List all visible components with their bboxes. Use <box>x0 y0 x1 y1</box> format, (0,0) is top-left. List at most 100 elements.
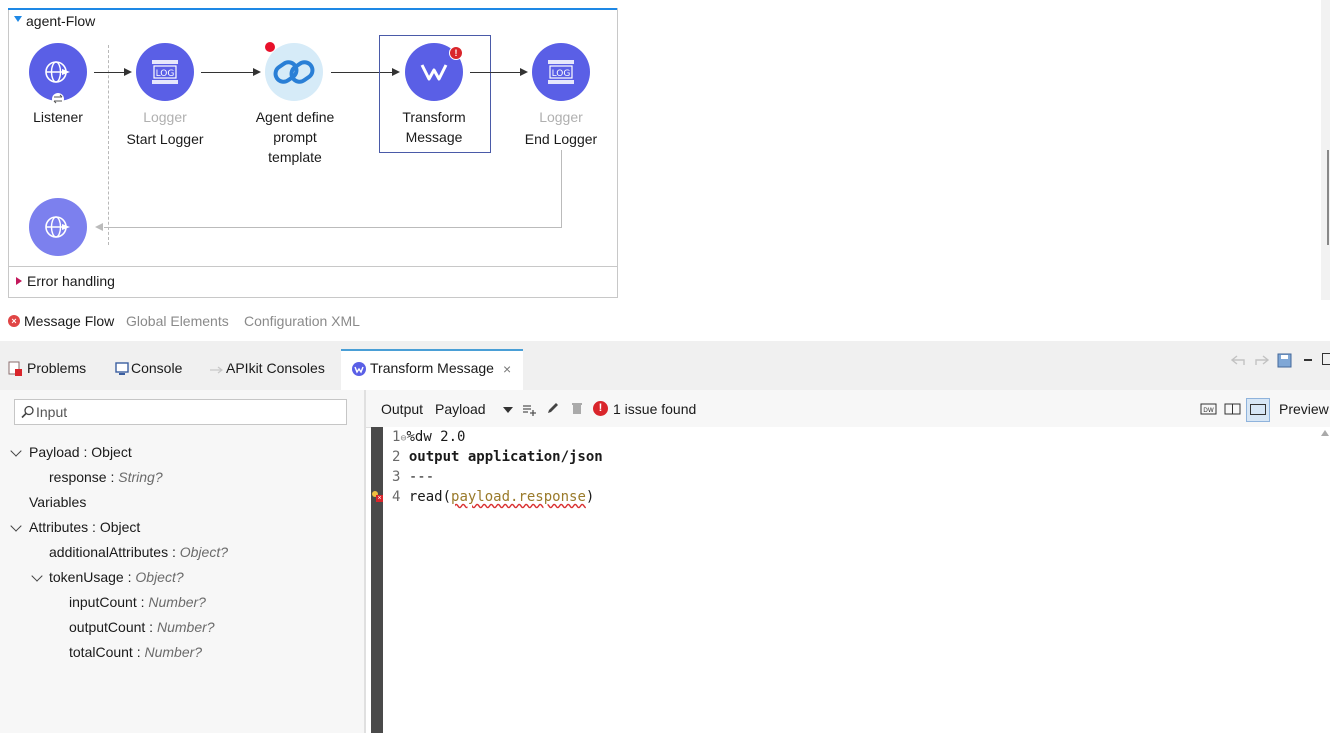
code-text-1: %dw 2.0 <box>406 429 466 445</box>
delete-icon[interactable] <box>571 401 583 415</box>
problems-icon <box>8 361 22 376</box>
search-icon <box>21 405 34 419</box>
tree-response[interactable]: response : String? <box>49 469 163 485</box>
tree-attributes-type: Object <box>99 519 141 535</box>
code-line-2: 2 output application/json <box>392 449 603 465</box>
end-logger-type: Logger <box>539 109 583 125</box>
log-icon: LOG <box>152 60 178 84</box>
globe-icon <box>45 61 70 83</box>
log-icon-text: LOG <box>156 69 175 79</box>
tab-global-elements[interactable]: Global Elements <box>126 313 229 329</box>
tree-total-count-name: totalCount <box>69 644 133 660</box>
tab-problems[interactable]: Problems <box>27 360 86 376</box>
issue-count[interactable]: 1 issue found <box>613 401 696 417</box>
tab-message-flow[interactable]: Message Flow <box>24 313 114 329</box>
tree-payload[interactable]: Payload : Object <box>29 444 132 460</box>
maximize-icon[interactable] <box>1322 353 1330 365</box>
pane-divider[interactable] <box>364 390 366 733</box>
tab-configuration-xml[interactable]: Configuration XML <box>244 313 360 329</box>
code-text-4c: ) <box>585 489 595 505</box>
transform-label-line1: Transform <box>402 109 466 125</box>
chain-link-icon <box>273 60 315 84</box>
tree-additional-name: additionalAttributes <box>49 544 169 560</box>
tree-input-count-type: Number? <box>148 594 206 610</box>
tree-total-count[interactable]: totalCount : Number? <box>69 644 202 660</box>
log-icon: LOG <box>548 60 574 84</box>
arrow-head <box>124 68 132 76</box>
layout-source-icon[interactable]: DW <box>1200 402 1218 416</box>
tab-apikit-consoles[interactable]: APIkit Consoles <box>226 360 325 376</box>
panel-tab-bar <box>0 341 1330 390</box>
canvas-scrollbar-thumb[interactable] <box>1327 150 1329 245</box>
minimize-icon[interactable] <box>1304 359 1312 361</box>
code-line-4: 4 read(payload.response) <box>392 489 595 505</box>
edit-icon[interactable] <box>546 401 560 415</box>
listener-label: Listener <box>33 109 83 125</box>
tree-additional-type: Object? <box>179 544 228 560</box>
tab-console[interactable]: Console <box>131 360 182 376</box>
editor-scroll-up-icon[interactable] <box>1321 430 1329 436</box>
transform-label: Transform Message <box>379 107 489 147</box>
modified-indicator <box>265 42 275 52</box>
tree-token-usage[interactable]: tokenUsage : Object? <box>49 569 184 585</box>
expand-error-handling-icon[interactable] <box>16 277 22 285</box>
layout-output-button[interactable] <box>1246 398 1270 422</box>
error-handling-separator <box>8 266 617 267</box>
save-icon[interactable] <box>1277 353 1292 368</box>
code-line-3: 3 --- <box>392 469 435 485</box>
layout-split-icon[interactable] <box>1224 402 1242 416</box>
collapse-flow-icon[interactable] <box>14 16 22 22</box>
tree-output-count[interactable]: outputCount : Number? <box>69 619 215 635</box>
tree-payload-type: Object <box>91 444 132 460</box>
flow-title[interactable]: agent-Flow <box>26 13 95 29</box>
search-placeholder: Input <box>36 404 68 420</box>
end-logger-node[interactable]: LOG <box>532 43 590 101</box>
start-logger-type: Logger <box>143 109 187 125</box>
tree-response-name: response <box>49 469 107 485</box>
agent-label-line1: Agent define <box>255 109 335 125</box>
preview-button[interactable]: Preview <box>1279 401 1329 417</box>
return-line <box>561 150 562 227</box>
arrow-head <box>253 68 261 76</box>
agent-node[interactable] <box>265 43 323 101</box>
return-line <box>104 227 562 228</box>
flow-arrow <box>94 72 124 73</box>
tree-token-type: Object? <box>135 569 184 585</box>
flow-header-line <box>8 8 617 10</box>
agent-label: Agent define prompt template <box>240 107 350 167</box>
output-label: Output <box>381 401 424 417</box>
issue-icon: ! <box>593 401 608 416</box>
tree-input-count[interactable]: inputCount : Number? <box>69 594 206 610</box>
tree-additional-attributes[interactable]: additionalAttributes : Object? <box>49 544 228 560</box>
error-handling-label[interactable]: Error handling <box>27 273 115 289</box>
tree-token-name: tokenUsage <box>49 569 124 585</box>
tree-attributes[interactable]: Attributes : Object <box>29 519 140 535</box>
apikit-icon <box>210 366 223 374</box>
listener-response-node[interactable] <box>29 198 87 256</box>
dataweave-editor[interactable] <box>383 427 1330 733</box>
dropdown-icon[interactable] <box>503 407 513 413</box>
tree-variables[interactable]: Variables <box>29 494 86 510</box>
code-error-token: payload.response <box>451 489 586 505</box>
tree-output-count-type: Number? <box>156 619 215 635</box>
globe-icon <box>45 216 70 238</box>
console-icon <box>115 362 129 375</box>
start-logger-node[interactable]: LOG <box>136 43 194 101</box>
end-logger-label: End Logger <box>524 131 598 147</box>
forward-icon[interactable] <box>1252 353 1270 367</box>
transform-label-line2: Message <box>405 129 463 145</box>
error-badge-icon: ! <box>449 46 463 60</box>
arrow-head <box>520 68 528 76</box>
tree-attributes-name: Attributes <box>29 519 89 535</box>
editor-gutter <box>371 427 383 733</box>
flow-arrow <box>201 72 253 73</box>
close-tab-icon[interactable]: × <box>503 361 511 377</box>
tab-transform-message[interactable]: Transform Message <box>370 360 494 376</box>
error-marker-icon[interactable]: × <box>372 491 383 503</box>
back-icon[interactable] <box>1230 353 1248 367</box>
code-text-3: --- <box>408 469 435 485</box>
tree-payload-name: Payload <box>29 444 80 460</box>
svg-text:DW: DW <box>1203 407 1214 414</box>
add-target-icon[interactable] <box>522 402 538 416</box>
output-target-select[interactable]: Payload <box>435 401 486 417</box>
